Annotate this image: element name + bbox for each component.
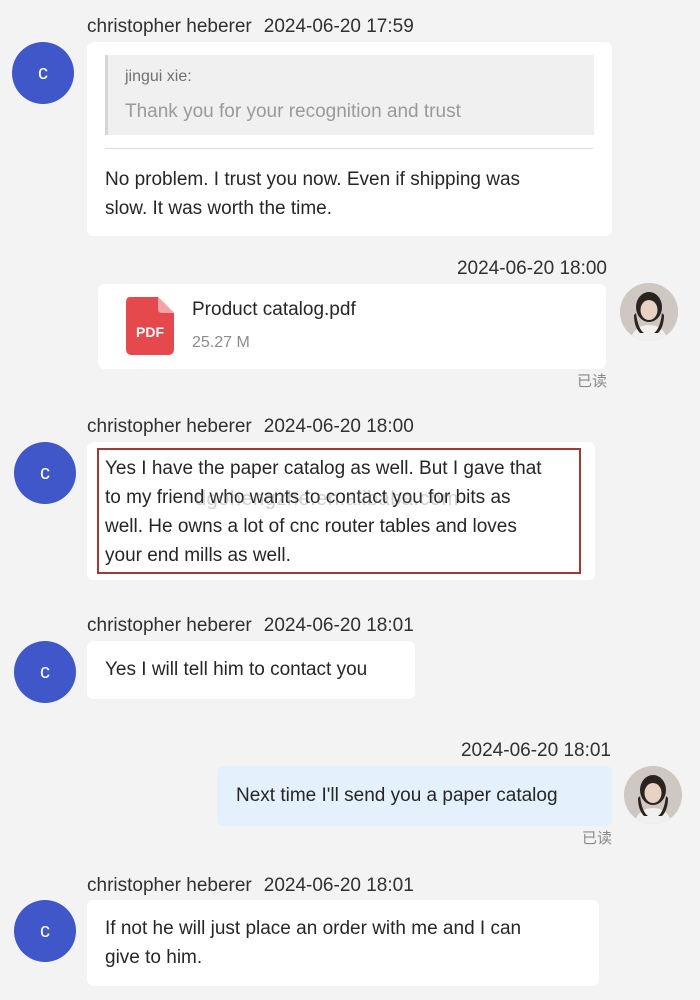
avatar[interactable]: c [12, 42, 74, 104]
message-line: well. He owns a lot of cnc router tables… [105, 516, 517, 537]
avatar-letter: c [40, 920, 50, 942]
sender-name: christopher heberer [87, 615, 252, 636]
quoted-text: Thank you for your recognition and trust [125, 101, 461, 122]
message-bubble[interactable]: If not he will just place an order with … [87, 900, 599, 986]
message-timestamp: 2024-06-20 18:01 [263, 875, 414, 896]
message-line: No problem. I trust you now. Even if shi… [105, 169, 521, 190]
message-bubble[interactable]: jingui xie: Thank you for your recogniti… [87, 42, 612, 236]
quoted-sender: jingui xie: [125, 68, 192, 85]
avatar[interactable]: c [14, 442, 76, 504]
message-bubble[interactable]: Yes I will tell him to contact you [87, 641, 415, 699]
avatar[interactable] [620, 283, 678, 341]
sender-name: christopher heberer [87, 875, 252, 896]
avatar-letter: c [40, 462, 50, 484]
quoted-message[interactable]: jingui xie: Thank you for your recogniti… [105, 55, 594, 135]
message-timestamp: 2024-06-20 18:01 [263, 615, 414, 636]
message-text: Yes I will tell him to contact you [105, 659, 368, 680]
avatar-letter: c [40, 661, 50, 683]
file-message-bubble[interactable]: PDF Product catalog.pdf 25.27 M [98, 284, 606, 369]
sender-name: christopher heberer [87, 16, 252, 37]
message-timestamp: 2024-06-20 18:00 [456, 258, 607, 279]
watermark: dgohengzhe.en.alibaba.com [195, 488, 459, 510]
read-status: 已读 [581, 830, 612, 847]
message-line: give to him. [105, 947, 203, 968]
avatar-letter: c [38, 62, 48, 84]
outgoing-message-bubble[interactable]: Next time I'll send you a paper catalog [217, 766, 612, 826]
message-timestamp: 2024-06-20 17:59 [263, 16, 414, 37]
avatar[interactable]: c [14, 641, 76, 703]
file-name: Product catalog.pdf [192, 299, 356, 320]
sender-name: christopher heberer [87, 416, 252, 437]
message-bubble[interactable]: Yes I have the paper catalog as well. Bu… [87, 442, 595, 580]
message-text: If not he will just place an order with … [105, 914, 521, 972]
user-photo-icon [620, 283, 678, 341]
message-text: Next time I'll send you a paper catalog [236, 785, 558, 806]
read-status: 已读 [576, 373, 607, 390]
message-meta: christopher heberer 2024-06-20 18:01 [87, 874, 414, 898]
pdf-icon-label: PDF [136, 324, 164, 340]
message-line: Yes I have the paper catalog as well. Bu… [105, 458, 542, 479]
message-line: slow. It was worth the time. [105, 198, 333, 219]
pdf-file-icon: PDF [124, 297, 176, 355]
message-text: No problem. I trust you now. Even if shi… [105, 165, 520, 223]
message-meta: christopher heberer 2024-06-20 17:59 [87, 15, 414, 39]
message-line: If not he will just place an order with … [105, 918, 522, 939]
message-text: Yes I have the paper catalog as well. Bu… [105, 454, 542, 570]
message-meta: christopher heberer 2024-06-20 18:00 [87, 415, 414, 439]
user-photo-icon [624, 766, 682, 824]
avatar[interactable] [624, 766, 682, 824]
file-size: 25.27 M [192, 334, 250, 351]
message-timestamp: 2024-06-20 18:00 [263, 416, 414, 437]
message-meta: christopher heberer 2024-06-20 18:01 [87, 614, 414, 638]
message-line: your end mills as well. [105, 545, 291, 566]
avatar[interactable]: c [14, 900, 76, 962]
quote-divider [105, 148, 593, 149]
message-timestamp: 2024-06-20 18:01 [460, 740, 611, 761]
